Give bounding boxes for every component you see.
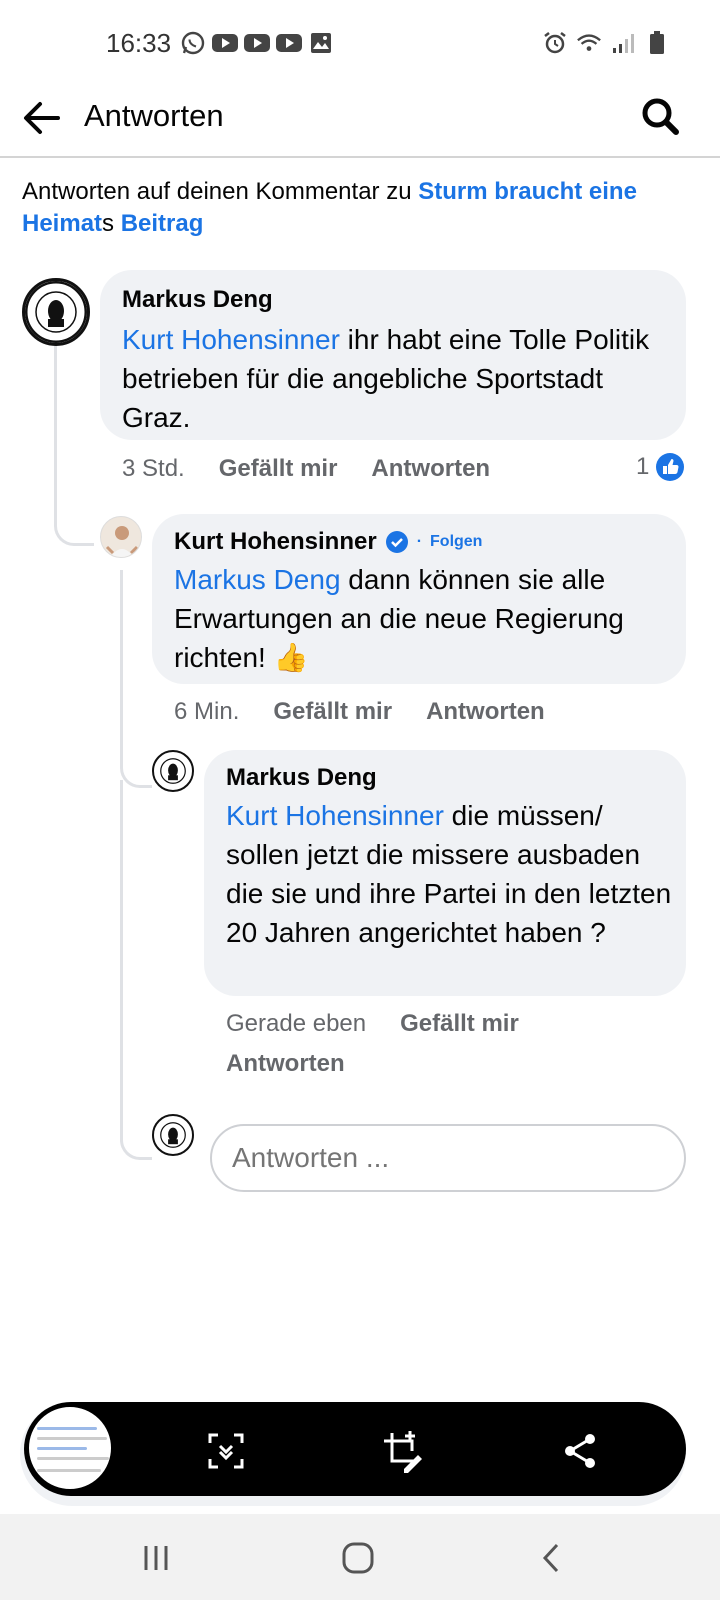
- mention-link[interactable]: Kurt Hohensinner: [226, 800, 444, 831]
- status-bar: 16:33: [0, 0, 720, 88]
- arrow-left-icon: [24, 102, 60, 134]
- whatsapp-icon: [180, 30, 206, 56]
- like-button[interactable]: Gefällt mir: [219, 455, 338, 483]
- post-link[interactable]: Beitrag: [121, 210, 204, 237]
- alarm-icon: [542, 30, 568, 56]
- comment-time[interactable]: 3 Std.: [122, 455, 185, 483]
- comment-author[interactable]: Markus Deng: [122, 286, 672, 314]
- back-button[interactable]: [20, 96, 64, 140]
- system-icons: [542, 30, 670, 56]
- battery-icon: [644, 30, 670, 56]
- reply-button[interactable]: Antworten: [226, 1050, 666, 1078]
- thread-line: [120, 780, 152, 1160]
- youtube-icon: [276, 30, 302, 56]
- avatar[interactable]: [152, 750, 194, 792]
- follow-button[interactable]: Folgen: [430, 533, 482, 551]
- comment-text: Markus Deng dann können sie alle Erwartu…: [174, 564, 624, 673]
- share-icon: [565, 1434, 595, 1468]
- comment-time[interactable]: 6 Min.: [174, 698, 239, 726]
- crop-edit-icon: [384, 1431, 422, 1473]
- comment-actions: 6 Min. Gefällt mir Antworten: [174, 698, 545, 726]
- comment-author[interactable]: Markus Deng: [226, 764, 676, 792]
- system-nav-bar: [0, 1514, 720, 1600]
- share-button[interactable]: [556, 1427, 604, 1475]
- like-button[interactable]: Gefällt mir: [273, 698, 392, 726]
- status-time: 16:33: [106, 28, 172, 58]
- comment-actions: 3 Std. Gefällt mir Antworten: [122, 455, 490, 483]
- profile-logo-icon: [25, 281, 87, 343]
- like-button[interactable]: Gefällt mir: [400, 1010, 519, 1038]
- scroll-capture-icon: [208, 1433, 244, 1469]
- follow-separator: ·: [416, 533, 423, 550]
- like-reaction-icon: [656, 453, 685, 481]
- crop-edit-button[interactable]: [378, 1427, 426, 1475]
- context-prefix: Antworten auf deinen Kommentar zu: [22, 178, 419, 205]
- youtube-icon: [212, 30, 238, 56]
- avatar[interactable]: [100, 516, 142, 558]
- wifi-icon: [576, 30, 602, 56]
- comment-actions: Gerade eben Gefällt mir Antworten: [226, 1010, 666, 1078]
- context-possessive: s: [102, 210, 121, 237]
- comment-bubble: Kurt Hohensinner · Folgen Markus Deng da…: [152, 514, 686, 684]
- thread-line: [54, 342, 94, 546]
- mention-link[interactable]: Markus Deng: [174, 564, 341, 595]
- reply-button[interactable]: Antworten: [426, 698, 545, 726]
- nav-back-button[interactable]: [530, 1536, 574, 1580]
- profile-logo-icon: [155, 1117, 191, 1153]
- profile-photo-icon: [101, 517, 141, 557]
- recents-icon: [144, 1546, 168, 1570]
- profile-logo-icon: [155, 753, 191, 789]
- screenshot-thumbnail[interactable]: [26, 1404, 114, 1492]
- home-button[interactable]: [336, 1536, 380, 1580]
- reaction-summary[interactable]: 1: [636, 452, 685, 482]
- search-button[interactable]: [638, 94, 682, 138]
- notification-icons: [180, 30, 334, 56]
- comment-text: Kurt Hohensinner ihr habt eine Tolle Pol…: [122, 324, 650, 433]
- image-icon: [308, 30, 334, 56]
- search-icon: [642, 98, 679, 135]
- reply-input[interactable]: [210, 1124, 686, 1192]
- youtube-icon: [244, 30, 270, 56]
- comment-bubble: Markus Deng Kurt Hohensinner die müssen/…: [204, 750, 686, 996]
- home-icon: [342, 1542, 374, 1574]
- app-header: Antworten: [0, 88, 720, 158]
- comment-text: Kurt Hohensinner die müssen/ sollen jetz…: [226, 800, 672, 948]
- reply-button[interactable]: Antworten: [371, 455, 490, 483]
- page-title: Antworten: [84, 98, 224, 133]
- back-icon: [542, 1543, 559, 1573]
- recents-button[interactable]: [134, 1536, 178, 1580]
- thread-line: [120, 570, 152, 788]
- avatar[interactable]: [22, 278, 90, 346]
- reply-context: Antworten auf deinen Kommentar zu Sturm …: [22, 176, 682, 240]
- comment-time[interactable]: Gerade eben: [226, 1010, 366, 1038]
- comment-author[interactable]: Kurt Hohensinner: [174, 528, 377, 556]
- scroll-capture-button[interactable]: [202, 1427, 250, 1475]
- verified-badge-icon: [385, 531, 408, 553]
- reaction-count: 1: [636, 453, 650, 480]
- mention-link[interactable]: Kurt Hohensinner: [122, 324, 340, 355]
- signal-icon: [610, 30, 636, 56]
- current-user-avatar: [152, 1114, 194, 1156]
- comment-bubble: Markus Deng Kurt Hohensinner ihr habt ei…: [100, 270, 686, 440]
